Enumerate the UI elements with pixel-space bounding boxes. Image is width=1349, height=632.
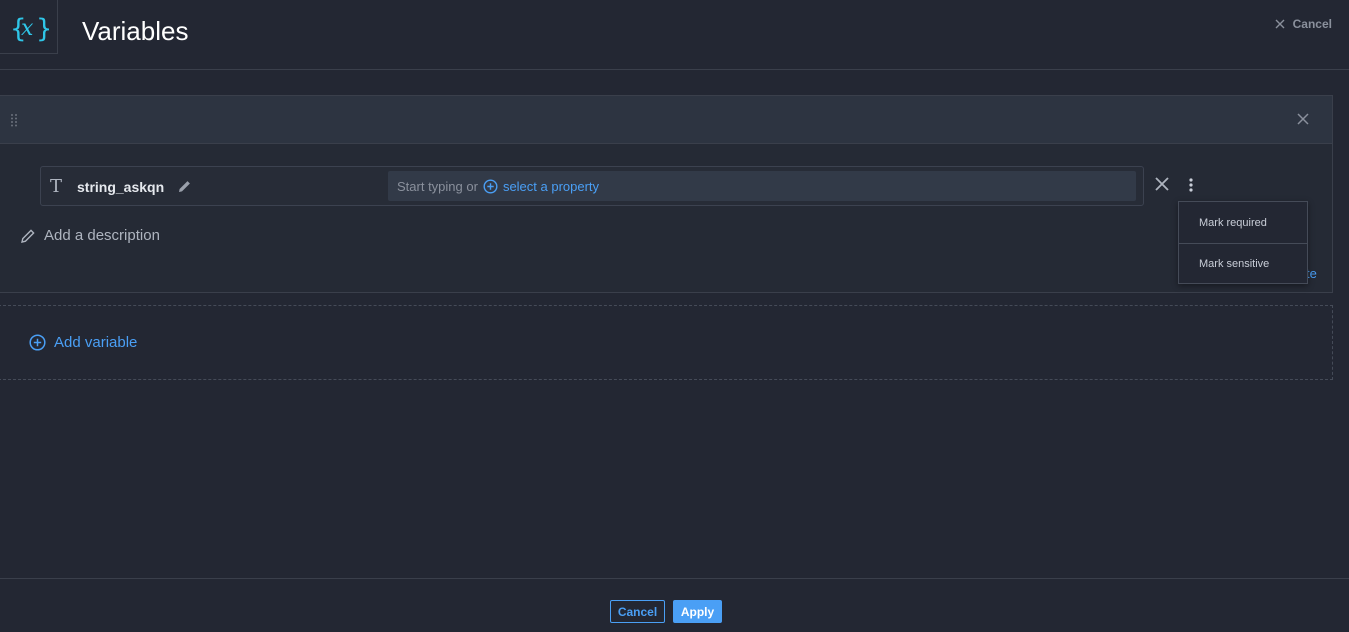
variable-row: T string_askqn Start typing or select a … [40, 166, 1144, 206]
variable-name: string_askqn [77, 179, 165, 195]
variables-icon: { x } [0, 0, 58, 54]
header-cancel-button[interactable]: Cancel [1275, 17, 1332, 31]
edit-name-pencil-icon[interactable] [177, 179, 192, 194]
pencil-icon [21, 228, 35, 243]
more-options-icon[interactable] [1188, 177, 1194, 193]
clear-value-icon[interactable] [1154, 176, 1170, 192]
variable-value-input[interactable]: Start typing or select a property [388, 171, 1136, 201]
page-title: Variables [82, 16, 189, 46]
text-type-icon: T [50, 176, 63, 197]
footer: Cancel Apply [0, 578, 1349, 632]
add-variable-label: Add variable [54, 334, 138, 351]
cancel-button[interactable]: Cancel [610, 600, 665, 623]
add-variable-area: Add variable [0, 305, 1333, 380]
plus-circle-icon [29, 334, 46, 351]
remove-variable-icon[interactable] [1296, 112, 1310, 126]
add-description-button[interactable]: Add a description [20, 227, 160, 244]
add-variable-button[interactable]: Add variable [29, 334, 137, 351]
add-description-label: Add a description [44, 227, 160, 244]
mark-required-menu-item[interactable]: Mark required [1179, 202, 1307, 243]
apply-button[interactable]: Apply [673, 600, 722, 623]
select-property-link[interactable]: select a property [483, 179, 599, 194]
svg-text:}: } [36, 14, 49, 44]
variable-card-header [0, 96, 1332, 144]
mark-sensitive-menu-item[interactable]: Mark sensitive [1179, 243, 1307, 284]
svg-text:x: x [21, 16, 34, 41]
value-placeholder: Start typing or [397, 178, 478, 194]
variable-card: T string_askqn Start typing or select a … [0, 95, 1333, 293]
header: { x } Variables Cancel [0, 0, 1349, 70]
header-cancel-label: Cancel [1292, 17, 1332, 31]
select-property-label: select a property [502, 178, 600, 194]
row-options-menu: Mark required Mark sensitive [1178, 201, 1308, 284]
drag-handle-icon[interactable] [10, 113, 18, 127]
plus-circle-icon [483, 178, 498, 194]
close-icon [1275, 19, 1285, 29]
